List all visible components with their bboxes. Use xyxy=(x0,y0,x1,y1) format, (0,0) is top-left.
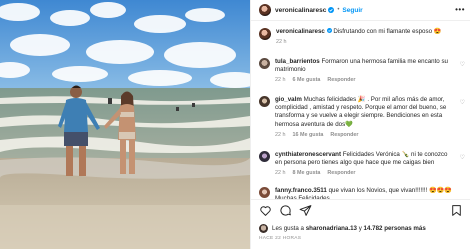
comment-username[interactable]: tula_barrientos xyxy=(275,58,320,65)
comment-item: cynthiateronescervant Felicidades Veróni… xyxy=(259,151,465,176)
caption-body: Disfrutando con mi flamante esposo 😍 xyxy=(333,28,442,35)
post-date[interactable]: HACE 22 HORAS xyxy=(259,236,301,241)
liked-by-connector: y xyxy=(358,225,362,232)
verified-badge-icon xyxy=(328,7,335,13)
post-side-panel: veronicalinaresc • Seguir ••• veronicali… xyxy=(250,0,470,249)
comment-likes[interactable]: 8 Me gusta xyxy=(293,170,321,176)
share-send-icon[interactable] xyxy=(299,204,312,217)
comment-text: tula_barrientos Formaron una hermosa fam… xyxy=(275,58,456,74)
comment-text: gio_valm Muchas felicidades 🎉 . Por mil … xyxy=(275,96,456,129)
liked-by-prefix: Les gusta a xyxy=(272,225,304,232)
comment-time: 22 h xyxy=(275,131,286,138)
heart-icon[interactable]: ♡ xyxy=(460,99,465,106)
caption-text: veronicalinaresc Disfrutando con mi flam… xyxy=(276,28,465,36)
more-options-icon[interactable]: ••• xyxy=(455,5,465,14)
separator-dot: • xyxy=(337,7,340,13)
avatar[interactable] xyxy=(259,96,270,107)
action-icons xyxy=(259,204,312,217)
likes-summary: Les gusta a sharonadriana.13 y 14.782 pe… xyxy=(259,224,426,233)
liked-by-user[interactable]: sharonadriana.13 xyxy=(306,225,357,232)
heart-icon[interactable]: ♡ xyxy=(460,154,465,161)
comment-time: 22 h xyxy=(275,77,286,84)
like-heart-icon[interactable] xyxy=(259,204,272,217)
comment-meta: 22 h 8 Me gusta Responder xyxy=(275,170,456,176)
author-username[interactable]: veronicalinaresc xyxy=(275,7,326,14)
avatar[interactable] xyxy=(259,28,271,40)
comment-item: gio_valm Muchas felicidades 🎉 . Por mil … xyxy=(259,96,465,138)
liked-by-count[interactable]: 14.782 personas más xyxy=(364,225,426,232)
comment-text: cynthiateronescervant Felicidades Veróni… xyxy=(275,151,456,167)
post-actions: Les gusta a sharonadriana.13 y 14.782 pe… xyxy=(251,199,470,249)
heart-icon[interactable]: ♡ xyxy=(460,61,465,68)
caption-time: 22 h xyxy=(276,39,287,46)
comment-username[interactable]: cynthiateronescervant xyxy=(275,151,341,158)
avatar[interactable] xyxy=(259,224,268,233)
comment-username[interactable]: gio_valm xyxy=(275,96,302,103)
post-header: veronicalinaresc • Seguir ••• xyxy=(251,0,470,21)
verified-badge-icon xyxy=(326,28,332,33)
comment-meta: 22 h 6 Me gusta Responder xyxy=(275,77,456,83)
comment-item: tula_barrientos Formaron una hermosa fam… xyxy=(259,58,465,83)
bookmark-icon[interactable] xyxy=(450,204,463,217)
comment-likes[interactable]: 16 Me gusta xyxy=(293,132,324,138)
reply-button[interactable]: Responder xyxy=(327,170,355,176)
post-caption: veronicalinaresc Disfrutando con mi flam… xyxy=(259,28,465,45)
caption-meta: 22 h xyxy=(276,39,465,45)
reply-button[interactable]: Responder xyxy=(327,77,355,83)
comment-username[interactable]: fanny.franco.3511 xyxy=(275,187,327,194)
reply-button[interactable]: Responder xyxy=(330,132,358,138)
comment-bubble-icon[interactable] xyxy=(279,204,292,217)
caption-username[interactable]: veronicalinaresc xyxy=(276,28,325,35)
comment-meta: 22 h 16 Me gusta Responder xyxy=(275,132,456,138)
beach-photo-image xyxy=(0,0,250,249)
post-photo[interactable] xyxy=(0,0,250,249)
follow-button[interactable]: Seguir xyxy=(342,7,362,14)
avatar[interactable] xyxy=(259,4,271,16)
avatar[interactable] xyxy=(259,58,270,69)
avatar[interactable] xyxy=(259,187,270,198)
comment-likes[interactable]: 6 Me gusta xyxy=(293,77,321,83)
avatar[interactable] xyxy=(259,151,270,162)
comment-time: 22 h xyxy=(275,170,286,177)
